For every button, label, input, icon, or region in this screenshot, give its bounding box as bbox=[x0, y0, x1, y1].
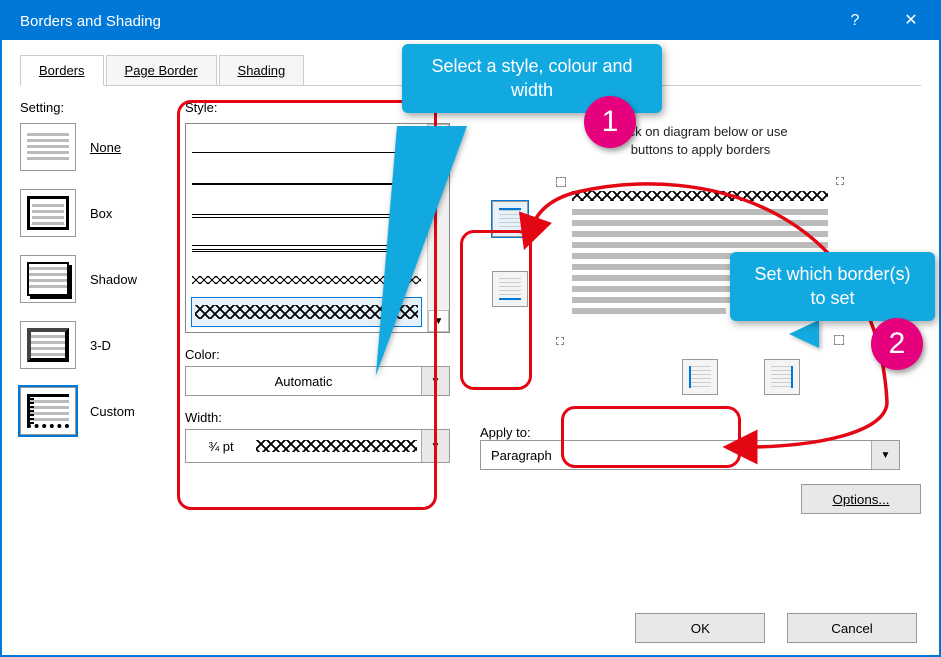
setting-box-thumb bbox=[20, 189, 76, 237]
preview-hint: Click on diagram below or use buttons to… bbox=[480, 123, 921, 159]
apply-to-value: Paragraph bbox=[481, 448, 871, 463]
help-icon[interactable]: ? bbox=[827, 2, 883, 40]
setting-label: Setting: bbox=[20, 100, 185, 115]
setting-3d-thumb bbox=[20, 321, 76, 369]
setting-box[interactable]: Box bbox=[20, 189, 185, 237]
chevron-down-icon[interactable]: ▼ bbox=[421, 367, 449, 395]
cancel-button[interactable]: Cancel bbox=[787, 613, 917, 643]
tab-borders[interactable]: Borders bbox=[20, 55, 104, 86]
ok-button[interactable]: OK bbox=[635, 613, 765, 643]
chevron-down-icon[interactable]: ▼ bbox=[421, 430, 449, 462]
window-title: Borders and Shading bbox=[20, 13, 827, 30]
callout-2-tail bbox=[789, 320, 819, 348]
setting-3d-label: 3-D bbox=[90, 338, 111, 353]
chevron-down-icon[interactable]: ▼ bbox=[871, 441, 899, 469]
step-badge-1: 1 bbox=[584, 96, 636, 148]
setting-shadow-label: Shadow bbox=[90, 272, 137, 287]
border-top-button[interactable] bbox=[492, 201, 528, 237]
titlebar: Borders and Shading ? ✕ bbox=[2, 2, 939, 40]
border-right-button[interactable] bbox=[764, 359, 800, 395]
setting-custom-thumb bbox=[20, 387, 76, 435]
setting-3d[interactable]: 3-D bbox=[20, 321, 185, 369]
setting-none-label: None bbox=[90, 140, 121, 155]
setting-custom[interactable]: Custom bbox=[20, 387, 185, 435]
width-sample bbox=[256, 440, 417, 452]
border-bottom-button[interactable] bbox=[492, 271, 528, 307]
width-value: ¾ pt bbox=[186, 439, 256, 454]
callout-2: Set which border(s) to set bbox=[730, 252, 935, 321]
options-button[interactable]: Options... bbox=[801, 484, 921, 514]
setting-shadow[interactable]: Shadow bbox=[20, 255, 185, 303]
width-label: Width: bbox=[185, 410, 450, 425]
setting-custom-label: Custom bbox=[90, 404, 135, 419]
scroll-down-icon[interactable]: ▼ bbox=[428, 310, 449, 332]
close-icon[interactable]: ✕ bbox=[883, 2, 939, 40]
applied-top-border bbox=[572, 191, 828, 201]
width-dropdown[interactable]: ¾ pt ▼ bbox=[185, 429, 450, 463]
tab-page-border[interactable]: Page Border bbox=[106, 55, 217, 86]
border-left-button[interactable] bbox=[682, 359, 718, 395]
setting-box-label: Box bbox=[90, 206, 112, 221]
step-badge-2: 2 bbox=[871, 318, 923, 370]
apply-to-label: Apply to: bbox=[480, 425, 921, 440]
setting-shadow-thumb bbox=[20, 255, 76, 303]
color-label: Color: bbox=[185, 347, 450, 362]
setting-none-thumb bbox=[20, 123, 76, 171]
setting-none[interactable]: None bbox=[20, 123, 185, 171]
tab-shading[interactable]: Shading bbox=[219, 55, 305, 86]
apply-to-dropdown[interactable]: Paragraph ▼ bbox=[480, 440, 900, 470]
